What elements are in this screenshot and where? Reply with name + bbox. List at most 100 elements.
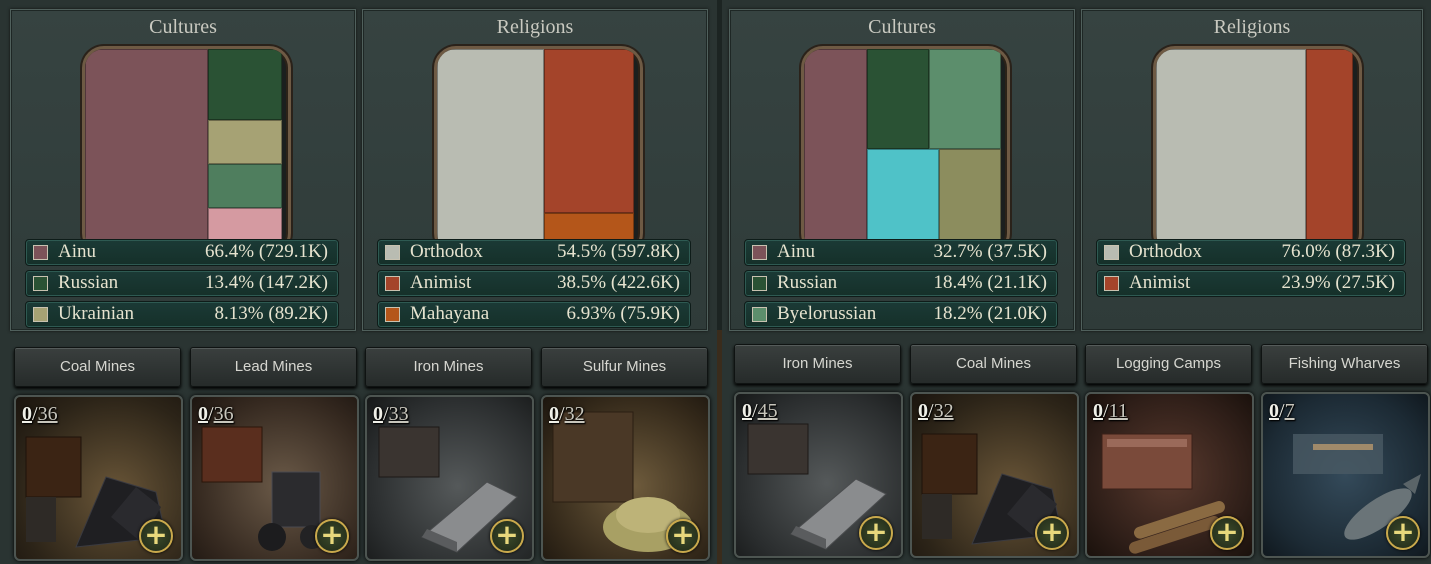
legend-value: 13.4% (147.2K) xyxy=(205,272,328,293)
color-swatch xyxy=(385,276,400,291)
treemap-cell-ukrainian[interactable] xyxy=(208,120,282,164)
religion-treemap[interactable] xyxy=(434,46,643,255)
legend-row-mahayana[interactable]: Mahayana 6.93% (75.9K) xyxy=(377,301,691,328)
building-count: 0/32 xyxy=(918,400,954,422)
legend-row-orthodox[interactable]: Orthodox 76.0% (87.3K) xyxy=(1096,239,1406,266)
treemap-cell-byelorussian[interactable] xyxy=(929,49,1001,149)
building-header-coal-mines[interactable]: Coal Mines xyxy=(910,344,1077,384)
religion-legend: Orthodox 54.5% (597.8K) Animist 38.5% (422… xyxy=(377,239,691,332)
building-count: 0/45 xyxy=(742,400,778,422)
color-swatch xyxy=(1104,276,1119,291)
treemap-cell-culture[interactable] xyxy=(867,149,939,246)
building-header-fishing-wharves[interactable]: Fishing Wharves xyxy=(1261,344,1428,384)
panel-divider-lower xyxy=(717,330,722,564)
legend-value: 8.13% (89.2K) xyxy=(214,303,328,324)
building-header-logging-camps[interactable]: Logging Camps xyxy=(1085,344,1252,384)
color-swatch xyxy=(385,307,400,322)
legend-name: Animist xyxy=(1129,272,1191,293)
treemap-cell-animist[interactable] xyxy=(544,49,634,213)
legend-name: Byelorussian xyxy=(777,303,877,324)
building-count: 0/36 xyxy=(198,403,234,425)
treemap-cell-orthodox[interactable] xyxy=(437,49,544,246)
legend-value: 6.93% (75.9K) xyxy=(566,303,680,324)
treemap-cell-animist[interactable] xyxy=(1306,49,1353,246)
color-swatch xyxy=(752,245,767,260)
culture-treemap[interactable] xyxy=(82,46,291,255)
building-tile-fishing-wharves[interactable]: 0/7 + xyxy=(1261,392,1430,558)
building-header-sulfur-mines[interactable]: Sulfur Mines xyxy=(541,347,708,387)
building-count: 0/7 xyxy=(1269,400,1295,422)
building-tile-iron-mines[interactable]: 0/45 + xyxy=(734,392,903,558)
treemap-cell-ainu[interactable] xyxy=(85,49,208,246)
legend-row-byelorussian[interactable]: Byelorussian 18.2% (21.0K) xyxy=(744,301,1058,328)
legend-row-animist[interactable]: Animist 38.5% (422.6K) xyxy=(377,270,691,297)
building-header-coal-mines[interactable]: Coal Mines xyxy=(14,347,181,387)
legend-name: Animist xyxy=(410,272,472,293)
color-swatch xyxy=(752,307,767,322)
building-count: 0/36 xyxy=(22,403,58,425)
legend-name: Ukrainian xyxy=(58,303,134,324)
add-building-button[interactable]: + xyxy=(1386,516,1420,550)
treemap-cell-russian[interactable] xyxy=(208,49,282,120)
legend-value: 66.4% (729.1K) xyxy=(205,241,328,262)
panel-divider xyxy=(717,0,722,330)
legend-value: 32.7% (37.5K) xyxy=(933,241,1047,262)
legend-value: 54.5% (597.8K) xyxy=(557,241,680,262)
building-tile-sulfur-mines[interactable]: 0/32 + xyxy=(541,395,710,561)
treemap-cell-culture[interactable] xyxy=(208,164,282,208)
culture-legend: Ainu 32.7% (37.5K) Russian 18.4% (21.1K) B… xyxy=(744,239,1058,332)
religion-treemap[interactable] xyxy=(1153,46,1362,255)
building-tile-coal-mines[interactable]: 0/36 + xyxy=(14,395,183,561)
color-swatch xyxy=(752,276,767,291)
building-tile-logging-camps[interactable]: 0/11 + xyxy=(1085,392,1254,558)
building-count: 0/32 xyxy=(549,403,585,425)
legend-value: 76.0% (87.3K) xyxy=(1281,241,1395,262)
treemap-cell-russian[interactable] xyxy=(867,49,929,149)
color-swatch xyxy=(385,245,400,260)
legend-name: Ainu xyxy=(58,241,96,262)
legend-row-animist[interactable]: Animist 23.9% (27.5K) xyxy=(1096,270,1406,297)
panel-title: Religions xyxy=(1213,16,1291,38)
add-building-button[interactable]: + xyxy=(666,519,700,553)
legend-name: Orthodox xyxy=(1129,241,1202,262)
legend-name: Russian xyxy=(58,272,119,293)
legend-row-ukrainian[interactable]: Ukrainian 8.13% (89.2K) xyxy=(25,301,339,328)
legend-name: Mahayana xyxy=(410,303,490,324)
add-building-button[interactable]: + xyxy=(859,516,893,550)
treemap-cell-ainu[interactable] xyxy=(804,49,867,246)
color-swatch xyxy=(1104,245,1119,260)
building-tile-coal-mines[interactable]: 0/32 + xyxy=(910,392,1079,558)
panel-title: Cultures xyxy=(868,16,936,38)
add-building-button[interactable]: + xyxy=(1035,516,1069,550)
legend-value: 23.9% (27.5K) xyxy=(1281,272,1395,293)
legend-row-orthodox[interactable]: Orthodox 54.5% (597.8K) xyxy=(377,239,691,266)
panel-title: Cultures xyxy=(149,16,217,38)
legend-value: 38.5% (422.6K) xyxy=(557,272,680,293)
building-header-iron-mines[interactable]: Iron Mines xyxy=(365,347,532,387)
panel-title: Religions xyxy=(496,16,574,38)
legend-row-russian[interactable]: Russian 13.4% (147.2K) xyxy=(25,270,339,297)
treemap-cell-orthodox[interactable] xyxy=(1156,49,1306,246)
legend-value: 18.2% (21.0K) xyxy=(933,303,1047,324)
left-cultures-panel: Cultures Ainu 66.4% (729.1K) Russian 13.4%… xyxy=(10,9,356,331)
add-building-button[interactable]: + xyxy=(315,519,349,553)
building-tile-iron-mines[interactable]: 0/33 + xyxy=(365,395,534,561)
legend-value: 18.4% (21.1K) xyxy=(933,272,1047,293)
legend-row-russian[interactable]: Russian 18.4% (21.1K) xyxy=(744,270,1058,297)
legend-row-ainu[interactable]: Ainu 32.7% (37.5K) xyxy=(744,239,1058,266)
culture-treemap[interactable] xyxy=(801,46,1010,255)
treemap-cell-culture[interactable] xyxy=(939,149,1001,246)
legend-name: Ainu xyxy=(777,241,815,262)
religion-legend: Orthodox 76.0% (87.3K) Animist 23.9% (27.5… xyxy=(1096,239,1406,301)
building-header-lead-mines[interactable]: Lead Mines xyxy=(190,347,357,387)
add-building-button[interactable]: + xyxy=(490,519,524,553)
building-header-iron-mines[interactable]: Iron Mines xyxy=(734,344,901,384)
add-building-button[interactable]: + xyxy=(139,519,173,553)
add-building-button[interactable]: + xyxy=(1210,516,1244,550)
building-tile-lead-mines[interactable]: 0/36 + xyxy=(190,395,359,561)
left-religions-panel: Religions Orthodox 54.5% (597.8K) Animist… xyxy=(362,9,708,331)
legend-row-ainu[interactable]: Ainu 66.4% (729.1K) xyxy=(25,239,339,266)
legend-name: Orthodox xyxy=(410,241,483,262)
right-religions-panel: Religions Orthodox 76.0% (87.3K) Animist 2… xyxy=(1081,9,1423,331)
culture-legend: Ainu 66.4% (729.1K) Russian 13.4% (147.2K)… xyxy=(25,239,339,332)
